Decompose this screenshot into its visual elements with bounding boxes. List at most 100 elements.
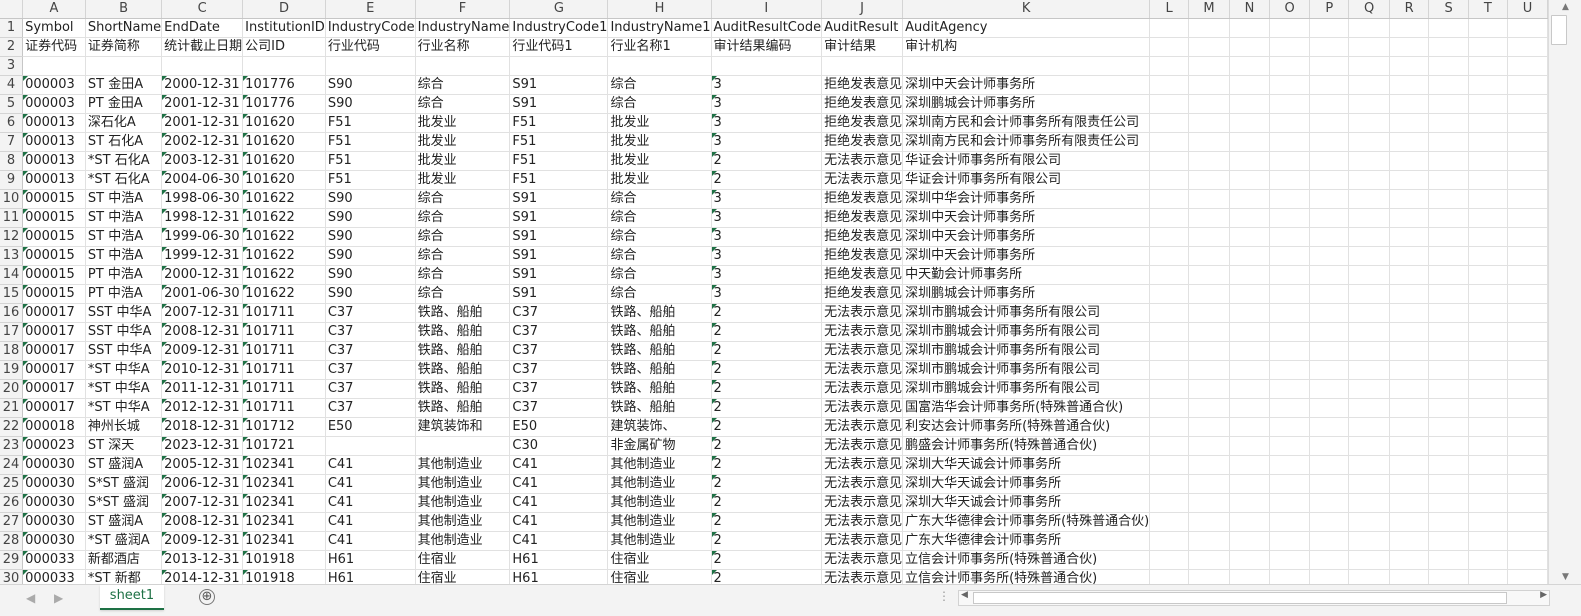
cell-q29[interactable] (1348, 550, 1390, 570)
cell-u24[interactable] (1507, 455, 1548, 475)
cell-o5[interactable] (1269, 94, 1311, 114)
cell-k29[interactable]: 立信会计师事务所(特殊普通合伙) (902, 550, 1151, 570)
cell-c13[interactable]: 1999-12-31 (161, 246, 244, 266)
cell-m5[interactable] (1188, 94, 1230, 114)
cell-p29[interactable] (1309, 550, 1350, 570)
cell-e28[interactable]: C41 (325, 531, 416, 551)
cell-i26[interactable]: 2 (711, 493, 823, 513)
cell-j16[interactable]: 无法表示意见 (821, 303, 904, 323)
cell-n17[interactable] (1229, 322, 1270, 342)
column-header-m[interactable]: M (1188, 0, 1230, 19)
row-header[interactable]: 13 (0, 246, 24, 266)
cell-f13[interactable]: 综合 (415, 246, 511, 266)
cell-s20[interactable] (1428, 379, 1469, 399)
cell-r2[interactable] (1389, 37, 1430, 57)
cell-j2[interactable]: 审计结果 (821, 37, 904, 57)
cell-i19[interactable]: 2 (711, 360, 823, 380)
cell-b2[interactable]: 证券简称 (85, 37, 163, 57)
cell-i16[interactable]: 2 (711, 303, 823, 323)
cell-l19[interactable] (1149, 360, 1190, 380)
cell-q18[interactable] (1348, 341, 1390, 361)
cell-t23[interactable] (1468, 436, 1508, 456)
cell-n7[interactable] (1229, 132, 1270, 152)
cell-h12[interactable]: 综合 (607, 227, 712, 247)
cell-g26[interactable]: C41 (509, 493, 609, 513)
cell-r13[interactable] (1389, 246, 1430, 266)
cell-s16[interactable] (1428, 303, 1469, 323)
cell-k27[interactable]: 广东大华德律会计师事务所(特殊普通合伙) (902, 512, 1151, 532)
cell-p2[interactable] (1309, 37, 1350, 57)
row-header[interactable]: 27 (0, 512, 24, 532)
spreadsheet-grid-area[interactable]: ABCDEFGHIJKLMNOPQRSTU 1 Symbol ShortName En… (0, 0, 1548, 584)
cell-l3[interactable] (1149, 56, 1190, 76)
cell-i24[interactable]: 2 (711, 455, 823, 475)
scroll-down-arrow-icon[interactable]: ▼ (1549, 570, 1581, 584)
cell-g10[interactable]: S91 (509, 189, 609, 209)
cell-t20[interactable] (1468, 379, 1508, 399)
cell-u27[interactable] (1507, 512, 1548, 532)
cell-l10[interactable] (1149, 189, 1190, 209)
cell-l24[interactable] (1149, 455, 1190, 475)
cell-o28[interactable] (1269, 531, 1311, 551)
cell-l23[interactable] (1149, 436, 1190, 456)
cell-q2[interactable] (1348, 37, 1390, 57)
tab-next-arrow-icon[interactable]: ▶ (54, 591, 63, 605)
cell-l4[interactable] (1149, 75, 1190, 95)
cell-h17[interactable]: 铁路、船舶 (607, 322, 712, 342)
cell-i21[interactable]: 2 (711, 398, 823, 418)
column-header-h[interactable]: H (607, 0, 712, 19)
row-header[interactable]: 21 (0, 398, 24, 418)
cell-a16[interactable]: 000017 (22, 303, 86, 323)
cell-q1[interactable] (1348, 18, 1390, 38)
cell-o29[interactable] (1269, 550, 1311, 570)
cell-f3[interactable] (415, 56, 511, 76)
cell-q14[interactable] (1348, 265, 1390, 285)
cell-l1[interactable] (1149, 18, 1190, 38)
row-header[interactable]: 8 (0, 151, 24, 171)
cell-c11[interactable]: 1998-12-31 (161, 208, 244, 228)
cell-n10[interactable] (1229, 189, 1270, 209)
cell-f22[interactable]: 建筑装饰和 (415, 417, 511, 437)
column-header-f[interactable]: F (415, 0, 511, 19)
cell-r8[interactable] (1389, 151, 1430, 171)
cell-g23[interactable]: C30 (509, 436, 609, 456)
cell-m22[interactable] (1188, 417, 1230, 437)
cell-t28[interactable] (1468, 531, 1508, 551)
cell-m28[interactable] (1188, 531, 1230, 551)
cell-u7[interactable] (1507, 132, 1548, 152)
row-header[interactable]: 4 (0, 75, 24, 95)
cell-m10[interactable] (1188, 189, 1230, 209)
cell-a1[interactable]: Symbol (22, 18, 86, 38)
cell-g16[interactable]: C37 (509, 303, 609, 323)
cell-b18[interactable]: SST 中华A (85, 341, 163, 361)
cell-n23[interactable] (1229, 436, 1270, 456)
cell-n3[interactable] (1229, 56, 1270, 76)
row-header[interactable]: 5 (0, 94, 24, 114)
cell-i11[interactable]: 3 (711, 208, 823, 228)
cell-g7[interactable]: F51 (509, 132, 609, 152)
cell-o9[interactable] (1269, 170, 1311, 190)
cell-k14[interactable]: 中天勤会计师事务所 (902, 265, 1151, 285)
cell-s25[interactable] (1428, 474, 1469, 494)
cell-n18[interactable] (1229, 341, 1270, 361)
cell-n27[interactable] (1229, 512, 1270, 532)
cell-k21[interactable]: 国富浩华会计师事务所(特殊普通合伙) (902, 398, 1151, 418)
cell-r17[interactable] (1389, 322, 1430, 342)
cell-j26[interactable]: 无法表示意见 (821, 493, 904, 513)
cell-g2[interactable]: 行业代码1 (509, 37, 609, 57)
cell-b11[interactable]: ST 中浩A (85, 208, 163, 228)
cell-p8[interactable] (1309, 151, 1350, 171)
cell-d2[interactable]: 公司ID (242, 37, 326, 57)
cell-t22[interactable] (1468, 417, 1508, 437)
cell-j24[interactable]: 无法表示意见 (821, 455, 904, 475)
tab-prev-arrow-icon[interactable]: ◀ (26, 591, 35, 605)
cell-b6[interactable]: 深石化A (85, 113, 163, 133)
cell-n22[interactable] (1229, 417, 1270, 437)
cell-f17[interactable]: 铁路、船舶 (415, 322, 511, 342)
cell-e17[interactable]: C37 (325, 322, 416, 342)
cell-n2[interactable] (1229, 37, 1270, 57)
cell-e20[interactable]: C37 (325, 379, 416, 399)
cell-d18[interactable]: 101711 (242, 341, 326, 361)
cell-l29[interactable] (1149, 550, 1190, 570)
cell-e24[interactable]: C41 (325, 455, 416, 475)
